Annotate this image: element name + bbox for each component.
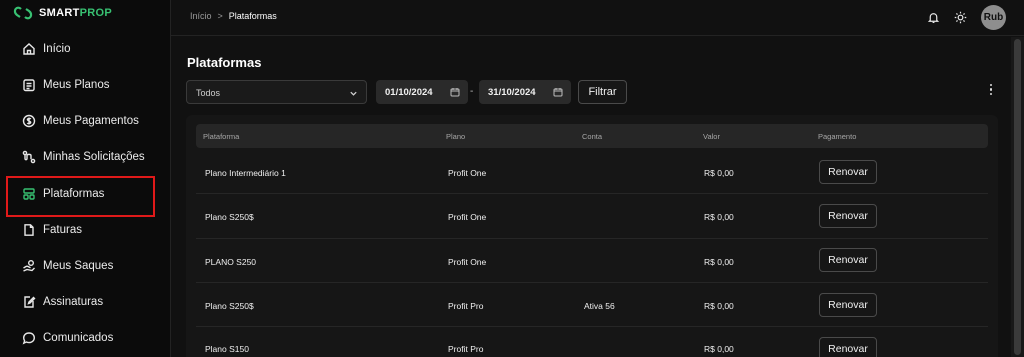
- topbar-actions: Rub: [927, 5, 1006, 30]
- breadcrumb-separator: >: [217, 11, 223, 21]
- table-cell-plataforma: Plano Intermediário 1: [205, 168, 286, 178]
- table-cell-conta: Ativa 56: [584, 301, 615, 311]
- sidebar-item-meus-pagamentos[interactable]: Meus Pagamentos: [22, 111, 139, 131]
- chevron-down-icon: [350, 91, 357, 96]
- table-cell-plano: Profit One: [448, 168, 487, 178]
- sidebar-item-label: Meus Pagamentos: [43, 115, 139, 127]
- scrollbar-thumb[interactable]: [1014, 39, 1021, 355]
- table-cell-valor: R$ 0,00: [704, 344, 734, 354]
- breadcrumb-parent[interactable]: Início: [190, 11, 212, 21]
- sidebar-item-label: Comunicados: [43, 332, 114, 344]
- select-value: Todos: [196, 88, 221, 98]
- sidebar-item-faturas[interactable]: Faturas: [22, 220, 82, 240]
- renew-button[interactable]: Renovar: [819, 204, 877, 228]
- renew-button[interactable]: Renovar: [819, 160, 877, 184]
- chat-bubble-icon: [22, 332, 36, 345]
- table-cell-valor: R$ 0,00: [704, 212, 734, 222]
- file-icon: [24, 224, 34, 236]
- sidebar-item-label: Início: [43, 43, 71, 55]
- breadcrumb: Início > Plataformas: [190, 11, 277, 21]
- table-cell-valor: R$ 0,00: [704, 168, 734, 178]
- sidebar-item-meus-saques[interactable]: Meus Saques: [22, 256, 113, 276]
- bell-icon[interactable]: [927, 11, 940, 24]
- logo-text: SMARTPROP: [39, 7, 112, 19]
- sidebar-item-inicio[interactable]: Início: [22, 39, 71, 59]
- renew-button[interactable]: Renovar: [819, 248, 877, 272]
- table-cell-plano: Profit Pro: [448, 344, 484, 354]
- sun-icon[interactable]: [954, 11, 967, 24]
- table-cell-valor: R$ 0,00: [704, 301, 734, 311]
- date-from-value: 01/10/2024: [385, 87, 433, 98]
- column-header-valor[interactable]: Valor: [703, 132, 720, 141]
- sidebar-item-meus-planos[interactable]: Meus Planos: [22, 75, 109, 95]
- table-cell-plano: Profit One: [448, 257, 487, 267]
- sidebar-item-label: Meus Saques: [43, 260, 114, 272]
- sidebar-item-minhas-solicitacoes[interactable]: Minhas Solicitações: [22, 147, 145, 167]
- dollar-icon: [22, 114, 36, 128]
- sidebar-item-label: Meus Planos: [43, 79, 110, 91]
- row-divider: [196, 326, 988, 327]
- sidebar-item-label: Minhas Solicitações: [43, 151, 145, 163]
- sidebar-item-comunicados[interactable]: Comunicados: [22, 328, 113, 348]
- hand-coin-icon: [23, 260, 35, 272]
- date-to-field[interactable]: 31/10/2024: [479, 80, 571, 104]
- table-cell-plataforma: Plano S250$: [205, 212, 254, 222]
- filter-button[interactable]: Filtrar: [578, 80, 627, 104]
- platform-select[interactable]: Todos: [186, 80, 367, 104]
- table-cell-plano: Profit Pro: [448, 301, 484, 311]
- active-item-highlight: [6, 176, 155, 217]
- more-options-icon[interactable]: [985, 84, 997, 98]
- logo-icon: [13, 6, 33, 20]
- row-divider: [196, 238, 988, 239]
- row-divider: [196, 282, 988, 283]
- topbar: Início > Plataformas Rub: [171, 0, 1024, 36]
- row-divider: [196, 193, 988, 194]
- table-cell-plataforma: Plano S150: [205, 344, 249, 354]
- home-icon: [23, 43, 35, 55]
- column-header-conta[interactable]: Conta: [582, 132, 602, 141]
- table-cell-valor: R$ 0,00: [704, 257, 734, 267]
- pen-document-icon: [24, 296, 36, 308]
- date-to-value: 31/10/2024: [488, 87, 536, 98]
- sidebar-item-assinaturas[interactable]: Assinaturas: [22, 292, 103, 312]
- column-header-plataforma[interactable]: Plataforma: [203, 132, 239, 141]
- logo[interactable]: SMARTPROP: [13, 6, 112, 20]
- table-cell-plataforma: Plano S250$: [205, 301, 254, 311]
- renew-button[interactable]: Renovar: [819, 337, 877, 357]
- table-cell-plano: Profit One: [448, 212, 487, 222]
- column-header-plano[interactable]: Plano: [446, 132, 465, 141]
- platforms-table: [186, 115, 998, 357]
- column-header-pagamento[interactable]: Pagamento: [818, 132, 856, 141]
- sidebar-item-label: Assinaturas: [43, 296, 104, 308]
- date-range-separator: -: [470, 86, 474, 97]
- calendar-icon[interactable]: [553, 87, 563, 97]
- renew-button[interactable]: Renovar: [819, 293, 877, 317]
- calendar-icon[interactable]: [450, 87, 460, 97]
- route-icon: [22, 150, 36, 164]
- date-from-field[interactable]: 01/10/2024: [376, 80, 468, 104]
- page-title: Plataformas: [187, 55, 262, 70]
- table-cell-plataforma: PLANO S250: [205, 257, 257, 267]
- avatar[interactable]: Rub: [981, 5, 1006, 30]
- breadcrumb-current: Plataformas: [228, 11, 277, 21]
- sidebar-item-label: Faturas: [43, 224, 82, 236]
- clipboard-icon: [23, 79, 35, 92]
